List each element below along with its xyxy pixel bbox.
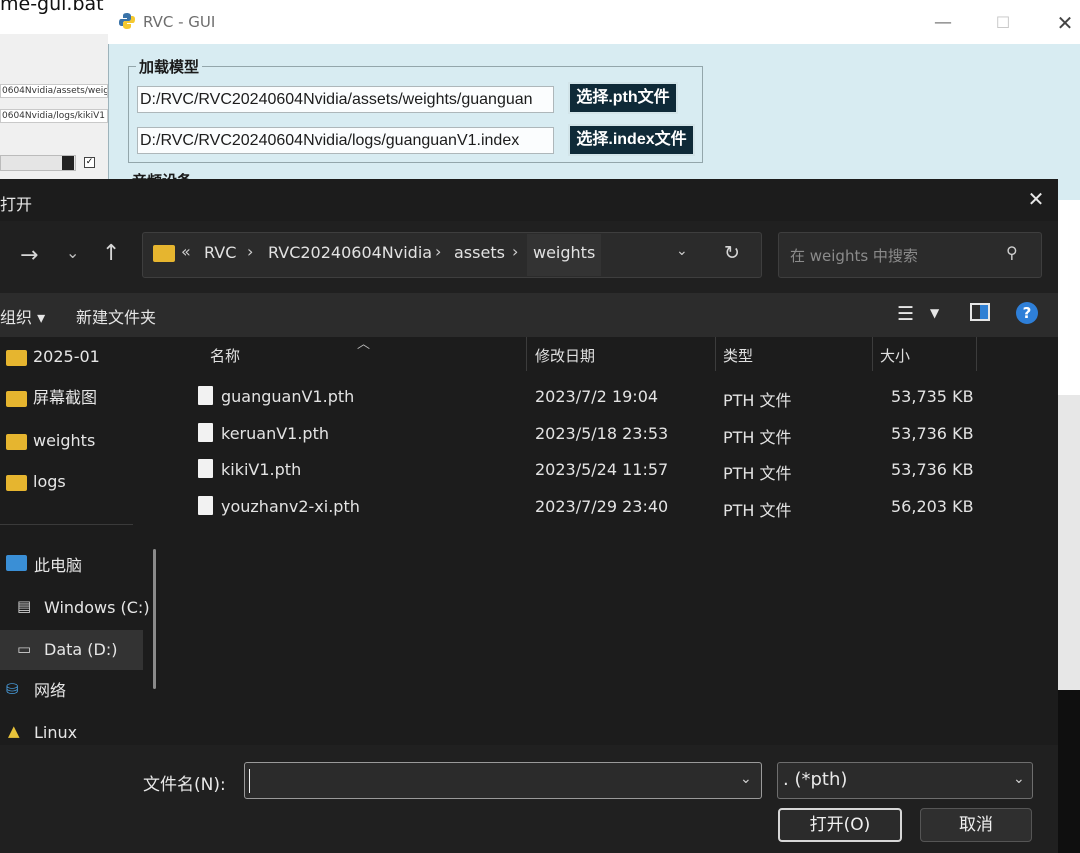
search-placeholder: 在 weights 中搜索 [790, 247, 918, 265]
close-icon[interactable]: ✕ [1052, 8, 1078, 38]
combo-arrow-icon[interactable] [62, 156, 74, 170]
file-type: PTH 文件 [723, 391, 792, 410]
index-path-input[interactable]: D:/RVC/RVC20240604Nvidia/logs/guanguanV1… [137, 127, 554, 154]
column-header-date[interactable]: 修改日期 [535, 345, 595, 366]
breadcrumb-item-weights[interactable]: weights [533, 243, 595, 262]
folder-icon [153, 245, 175, 262]
up-arrow-icon[interactable]: ↑ [102, 241, 120, 266]
refresh-icon[interactable]: ↻ [724, 242, 740, 264]
file-type: PTH 文件 [723, 464, 792, 483]
linux-penguin-icon: ▲ [8, 722, 20, 740]
breadcrumb-item-rvc-version[interactable]: RVC20240604Nvidia [268, 243, 432, 262]
drive-icon: ▭ [17, 640, 32, 658]
cancel-button[interactable]: 取消 [920, 808, 1032, 842]
filename-input[interactable] [244, 762, 762, 799]
column-header-name[interactable]: 名称 [210, 345, 240, 366]
open-file-dialog: 打开 ✕ → ⌄ ↑ « RVC › RVC20240604Nvidia › a… [0, 179, 1058, 853]
breadcrumb-overflow[interactable]: « [181, 242, 191, 261]
back-arrow-icon[interactable]: → [20, 243, 38, 268]
select-index-button[interactable]: 选择.index文件 [568, 124, 695, 156]
breadcrumb-separator-icon[interactable]: › [435, 242, 441, 261]
file-size: 53,735 KB [891, 387, 974, 406]
minimize-icon[interactable]: — [932, 8, 954, 38]
system-drive-icon: ▤ [17, 597, 32, 615]
view-options-icon[interactable]: ☰ [897, 303, 914, 325]
maximize-icon[interactable]: ☐ [992, 8, 1014, 38]
file-type: PTH 文件 [723, 428, 792, 447]
new-folder-button[interactable]: 新建文件夹 [76, 304, 156, 328]
column-divider[interactable] [976, 337, 977, 371]
column-header-size[interactable]: 大小 [880, 345, 910, 366]
background-dark-area [1056, 690, 1080, 853]
organize-label: 组织 [0, 308, 33, 327]
nav-divider [0, 524, 133, 525]
breadcrumb-separator-icon[interactable]: › [512, 242, 518, 261]
folder-icon [6, 434, 27, 450]
folder-icon [6, 475, 27, 491]
text-caret [249, 769, 250, 793]
file-icon [198, 423, 213, 442]
column-divider[interactable] [715, 337, 716, 371]
file-name[interactable]: kikiV1.pth [221, 460, 301, 479]
address-dropdown-chevron-icon[interactable]: ⌄ [676, 243, 688, 259]
breadcrumb-separator-icon[interactable]: › [247, 242, 253, 261]
dialog-close-icon[interactable]: ✕ [1022, 187, 1050, 211]
breadcrumb-item-assets[interactable]: assets [454, 243, 505, 262]
filetype-value: . (*pth) [783, 769, 848, 790]
folder-icon [6, 350, 27, 366]
file-size: 53,736 KB [891, 460, 974, 479]
open-button[interactable]: 打开(O) [778, 808, 902, 842]
column-divider[interactable] [526, 337, 527, 371]
python-logo-icon [118, 12, 136, 30]
rvc-window-title: RVC - GUI [143, 13, 216, 31]
file-date: 2023/5/18 23:53 [535, 424, 669, 443]
filetype-chevron-icon[interactable]: ⌄ [1013, 771, 1025, 787]
sort-ascending-icon: ︿ [357, 337, 371, 352]
file-name[interactable]: youzhanv2-xi.pth [221, 497, 360, 516]
recent-locations-chevron-icon[interactable]: ⌄ [66, 243, 79, 262]
computer-icon [6, 555, 27, 571]
file-date: 2023/7/29 23:40 [535, 497, 669, 516]
nav-item-network[interactable]: 网络 [0, 671, 160, 711]
file-size: 56,203 KB [891, 497, 974, 516]
view-dropdown-icon[interactable]: ▼ [930, 306, 939, 320]
background-path-field[interactable]: 0604Nvidia/assets/weig [0, 84, 108, 98]
column-header-type[interactable]: 类型 [723, 345, 753, 366]
background-window-edge [1056, 395, 1080, 690]
network-icon: ⛁ [6, 680, 19, 698]
load-model-label: 加载模型 [136, 56, 203, 77]
organize-menu[interactable]: 组织 ▾ [0, 304, 45, 328]
background-checkbox[interactable]: ✓ [84, 157, 95, 168]
help-icon[interactable]: ? [1016, 302, 1038, 324]
background-path-field[interactable]: 0604Nvidia/logs/kikiV1 [0, 109, 108, 123]
file-date: 2023/7/2 19:04 [535, 387, 659, 406]
dialog-title: 打开 [0, 195, 33, 214]
filename-history-chevron-icon[interactable]: ⌄ [740, 771, 752, 787]
folder-icon [6, 391, 27, 407]
file-name[interactable]: guanguanV1.pth [221, 387, 354, 406]
file-icon [198, 459, 213, 478]
file-icon [198, 496, 213, 515]
file-date: 2023/5/24 11:57 [535, 460, 669, 479]
search-icon[interactable]: ⚲ [1006, 243, 1018, 262]
file-type: PTH 文件 [723, 501, 792, 520]
select-pth-button[interactable]: 选择.pth文件 [568, 82, 678, 114]
filename-label: 文件名(N): [143, 775, 226, 795]
preview-pane-fill [980, 305, 988, 319]
column-divider[interactable] [872, 337, 873, 371]
pth-path-input[interactable]: D:/RVC/RVC20240604Nvidia/assets/weights/… [137, 86, 554, 113]
file-name[interactable]: keruanV1.pth [221, 424, 329, 443]
breadcrumb-item-rvc[interactable]: RVC [204, 243, 236, 262]
file-size: 53,736 KB [891, 424, 974, 443]
file-icon [198, 386, 213, 405]
